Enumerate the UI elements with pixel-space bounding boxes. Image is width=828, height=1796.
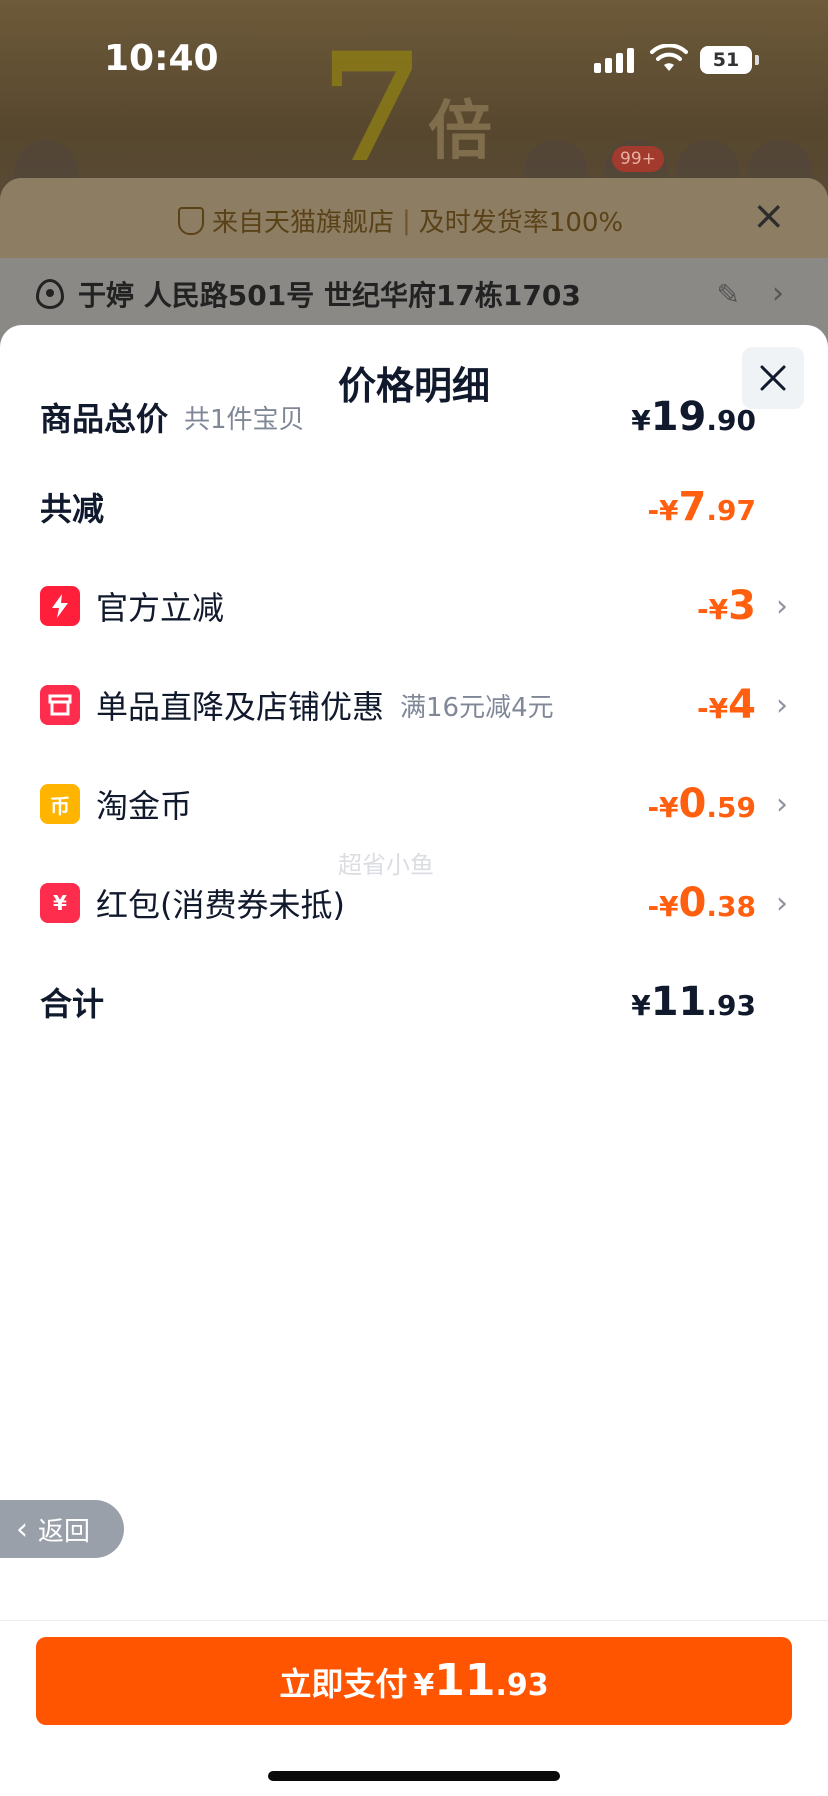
delivery-rate-text: 及时发货率100% <box>418 208 624 238</box>
pay-now-label: 立即支付 <box>279 1665 408 1703</box>
red-packet-label: 红包(消费券未抵) <box>96 886 345 924</box>
store-discount-amount: -¥ 4 <box>697 682 756 728</box>
total-price-row: 商品总价 共1件宝贝 ¥19.90 › <box>40 387 788 447</box>
taojinbi-row[interactable]: 币 淘金币 -¥ 0.59 › <box>40 774 788 834</box>
official-discount-row[interactable]: 官方立减 -¥ 3 › <box>40 576 788 636</box>
close-order-icon[interactable]: × <box>752 196 792 236</box>
total-reduction-row: 共减 -¥7.97 › <box>40 477 788 537</box>
taojinbi-amount: -¥ 0.59 <box>647 781 756 827</box>
lightning-icon <box>40 586 80 626</box>
status-bar: 10:40 51 <box>0 0 828 120</box>
bottom-bar: 立即支付 ¥11.93 <box>0 1620 828 1796</box>
sum-amount: ¥11.93 <box>631 979 756 1025</box>
pay-now-button[interactable]: 立即支付 ¥11.93 <box>36 1637 792 1725</box>
cart-badge: 99+ <box>612 146 664 172</box>
wifi-icon <box>650 44 688 71</box>
address-row[interactable]: 于婷 人民路501号 世纪华府17栋1703 <box>36 274 581 314</box>
signal-icon <box>594 48 634 73</box>
chevron-right-icon: › <box>776 786 788 822</box>
pay-now-amount: 11 <box>434 1655 496 1706</box>
edit-icon[interactable]: ✎ <box>717 278 740 311</box>
store-divider: | <box>402 205 411 236</box>
item-count: 共1件宝贝 <box>184 404 305 435</box>
sum-row: 合计 ¥11.93 › <box>40 972 788 1032</box>
chevron-right-icon[interactable]: › <box>772 276 784 311</box>
back-button-label: 返回 <box>38 1516 91 1547</box>
address-text: 于婷 人民路501号 世纪华府17栋1703 <box>78 279 581 312</box>
total-reduction-label: 共减 <box>40 490 105 528</box>
red-packet-amount: -¥ 0.38 <box>647 880 756 926</box>
store-discount-row[interactable]: 单品直降及店铺优惠 满16元减4元 -¥ 4 › <box>40 675 788 735</box>
coin-icon: 币 <box>40 784 80 824</box>
store-source-text: 来自天猫旗舰店 <box>212 208 395 238</box>
chevron-right-icon: › <box>776 687 788 723</box>
home-indicator[interactable] <box>268 1771 560 1781</box>
total-reduction-amount: -¥ 7.97 <box>647 484 756 530</box>
back-button[interactable]: ‹ 返回 <box>0 1500 124 1558</box>
official-discount-label: 官方立减 <box>96 589 225 627</box>
store-discount-label: 单品直降及店铺优惠 <box>96 688 385 726</box>
price-detail-sheet: 价格明细 商品总价 共1件宝贝 ¥19.90 › 共减 -¥7.97 › 官方立… <box>0 325 828 1796</box>
chevron-right-icon: › <box>776 588 788 624</box>
chevron-left-icon: ‹ <box>16 1511 28 1547</box>
total-price-label: 商品总价 <box>40 400 169 438</box>
red-packet-icon: ¥ <box>40 883 80 923</box>
store-icon <box>40 685 80 725</box>
store-info-bar: 来自天猫旗舰店 | 及时发货率100% × <box>0 178 828 258</box>
battery-icon: 51 <box>700 46 759 74</box>
total-price-amount: ¥19.90 <box>631 394 756 440</box>
sum-label: 合计 <box>40 985 105 1023</box>
store-discount-rule: 满16元减4元 <box>400 692 554 723</box>
shield-icon <box>178 206 204 235</box>
status-time: 10:40 <box>104 38 219 79</box>
taojinbi-label: 淘金币 <box>96 787 193 825</box>
chevron-right-icon: › <box>776 885 788 921</box>
official-discount-amount: -¥ 3 <box>697 583 756 629</box>
red-packet-row[interactable]: ¥ 红包(消费券未抵) -¥ 0.38 › <box>40 873 788 933</box>
location-pin-icon <box>36 279 64 309</box>
